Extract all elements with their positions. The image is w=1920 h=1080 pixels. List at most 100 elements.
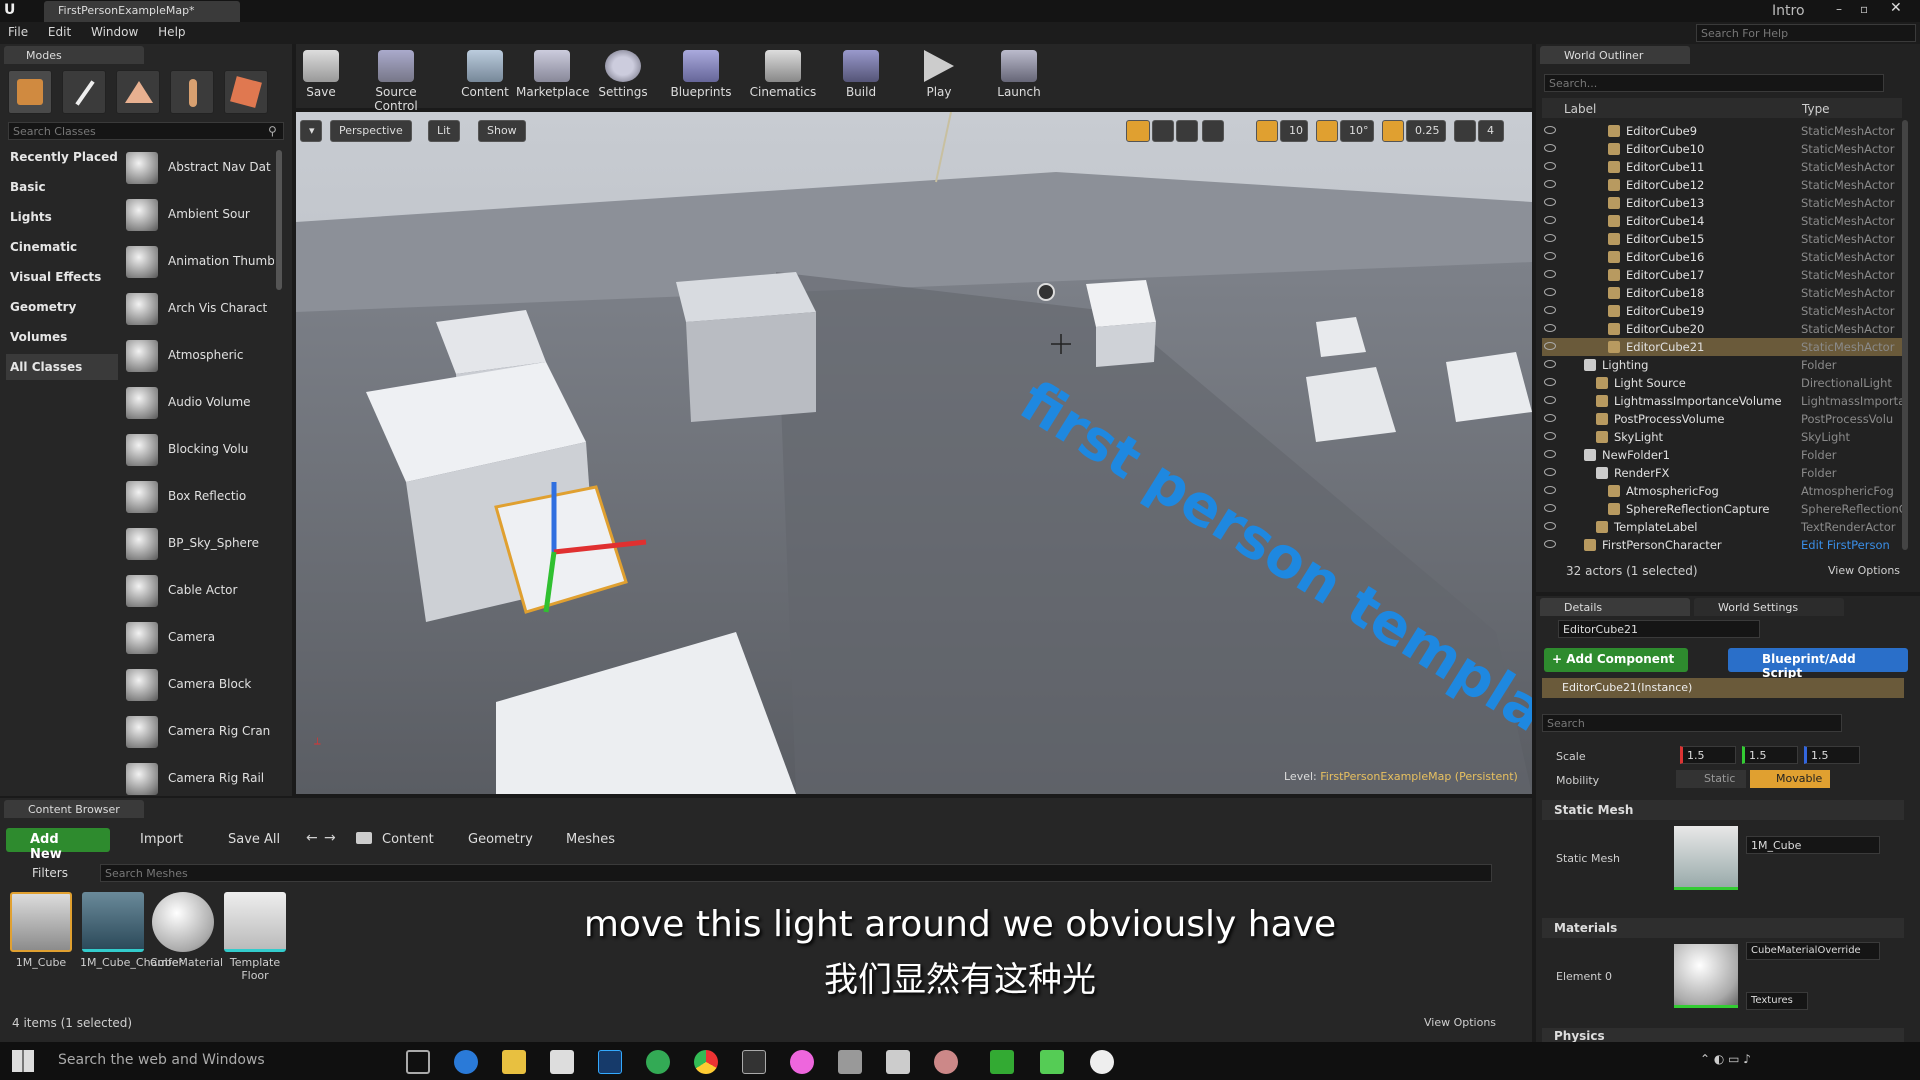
class-item[interactable]: Camera Block xyxy=(126,665,274,705)
eye-icon[interactable] xyxy=(1544,288,1556,296)
class-item[interactable]: Camera xyxy=(126,618,274,658)
category-visual-effects[interactable]: Visual Effects xyxy=(10,270,101,284)
task-view-icon[interactable] xyxy=(406,1050,430,1074)
outliner-row[interactable]: EditorCube9 StaticMeshActor xyxy=(1542,122,1902,140)
import-button[interactable]: Import xyxy=(124,832,183,847)
source-control-button[interactable]: Source Control xyxy=(354,48,438,113)
scale-x-field[interactable]: 1.5 xyxy=(1680,746,1736,764)
scale-tool-icon[interactable] xyxy=(1176,120,1198,142)
lit-button[interactable]: Lit xyxy=(428,120,460,142)
close-icon[interactable]: ✕ xyxy=(1890,0,1910,18)
taskbar-search[interactable]: Search the web and Windows xyxy=(58,1052,265,1068)
class-list-scrollbar[interactable] xyxy=(276,150,282,290)
document-tab[interactable]: FirstPersonExampleMap* xyxy=(44,1,240,22)
app-icon[interactable] xyxy=(646,1050,670,1074)
category-recently-placed[interactable]: Recently Placed xyxy=(10,150,118,164)
outliner-view-options[interactable]: View Options xyxy=(1828,564,1900,577)
search-classes-input[interactable]: Search Classes xyxy=(8,122,284,140)
outliner-row[interactable]: RenderFX Folder xyxy=(1542,464,1902,482)
class-item[interactable]: Audio Volume xyxy=(126,383,274,423)
add-component-button[interactable]: + Add Component xyxy=(1544,648,1688,672)
outliner-row[interactable]: EditorCube13 StaticMeshActor xyxy=(1542,194,1902,212)
edge-icon[interactable] xyxy=(454,1050,478,1074)
mesh-thumbnail[interactable] xyxy=(1674,826,1738,890)
details-tab[interactable]: Details xyxy=(1540,598,1690,616)
itunes-icon[interactable] xyxy=(790,1050,814,1074)
grid-snap-icon[interactable] xyxy=(1256,120,1278,142)
play-button[interactable]: Play xyxy=(906,48,972,104)
outliner-row[interactable]: EditorCube16 StaticMeshActor xyxy=(1542,248,1902,266)
category-basic[interactable]: Basic xyxy=(10,180,46,194)
maximize-icon[interactable]: ▫ xyxy=(1860,2,1874,16)
outliner-row[interactable]: PostProcessVolume PostProcessVolu xyxy=(1542,410,1902,428)
eye-icon[interactable] xyxy=(1544,234,1556,242)
outliner-row[interactable]: EditorCube18 StaticMeshActor xyxy=(1542,284,1902,302)
outliner-scrollbar[interactable] xyxy=(1902,120,1908,550)
perspective-button[interactable]: Perspective xyxy=(330,120,412,142)
file-explorer-icon[interactable] xyxy=(502,1050,526,1074)
app4-icon[interactable] xyxy=(934,1050,958,1074)
outliner-row[interactable]: SphereReflectionCapture SphereReflectionC xyxy=(1542,500,1907,518)
outliner-col-type[interactable]: Type xyxy=(1802,102,1830,116)
windows-start-icon[interactable] xyxy=(12,1050,34,1072)
forward-arrow-icon[interactable]: → xyxy=(324,830,336,846)
eye-icon[interactable] xyxy=(1544,252,1556,260)
category-all-classes[interactable]: All Classes xyxy=(10,360,82,374)
unreal-logo-icon[interactable]: U xyxy=(4,2,22,20)
class-item[interactable]: Abstract Nav Dat xyxy=(126,148,274,188)
class-item[interactable]: Arch Vis Charact xyxy=(126,289,274,329)
grid-size-value[interactable]: 10 xyxy=(1280,120,1308,142)
outliner-search-input[interactable]: Search... xyxy=(1544,74,1884,92)
unreal-taskbar-icon[interactable] xyxy=(1090,1050,1114,1074)
scale-z-field[interactable]: 1.5 xyxy=(1804,746,1860,764)
asset-1m-cube[interactable]: 1M_Cube xyxy=(8,892,74,969)
outliner-row[interactable]: EditorCube12 StaticMeshActor xyxy=(1542,176,1902,194)
breadcrumb-geometry[interactable]: Geometry xyxy=(468,832,533,847)
filters-button[interactable]: Filters xyxy=(32,866,68,880)
outliner-row-type[interactable]: Edit FirstPerson xyxy=(1801,538,1890,552)
asset-template-floor[interactable]: Template Floor xyxy=(222,892,288,982)
camtasia-icon[interactable] xyxy=(990,1050,1014,1074)
breadcrumb-meshes[interactable]: Meshes xyxy=(566,832,615,847)
outliner-row[interactable]: EditorCube11 StaticMeshActor xyxy=(1542,158,1902,176)
outliner-row[interactable]: EditorCube19 StaticMeshActor xyxy=(1542,302,1902,320)
scale-snap-value[interactable]: 0.25 xyxy=(1406,120,1446,142)
eye-icon[interactable] xyxy=(1544,396,1556,404)
eye-icon[interactable] xyxy=(1544,360,1556,368)
search-meshes-input[interactable]: Search Meshes xyxy=(100,864,1492,882)
eye-icon[interactable] xyxy=(1544,450,1556,458)
material-dropdown[interactable]: CubeMaterialOverride xyxy=(1746,942,1880,960)
class-item[interactable]: Animation Thumb xyxy=(126,242,274,282)
materials-section[interactable]: Materials xyxy=(1542,918,1904,938)
eye-icon[interactable] xyxy=(1544,162,1556,170)
eye-icon[interactable] xyxy=(1544,504,1556,512)
eye-icon[interactable] xyxy=(1544,306,1556,314)
outliner-row[interactable]: FirstPersonCharacter Edit FirstPerson xyxy=(1542,536,1902,554)
category-volumes[interactable]: Volumes xyxy=(10,330,67,344)
category-cinematic[interactable]: Cinematic xyxy=(10,240,77,254)
show-button[interactable]: Show xyxy=(478,120,526,142)
eye-icon[interactable] xyxy=(1544,522,1556,530)
eye-icon[interactable] xyxy=(1544,432,1556,440)
class-item[interactable]: Camera Rig Rail xyxy=(126,759,274,799)
app2-icon[interactable] xyxy=(838,1050,862,1074)
category-lights[interactable]: Lights xyxy=(10,210,52,224)
store-icon[interactable] xyxy=(550,1050,574,1074)
world-settings-tab[interactable]: World Settings xyxy=(1694,598,1844,616)
class-item[interactable]: Box Reflectio xyxy=(126,477,274,517)
foliage-mode-button[interactable] xyxy=(170,70,214,114)
outliner-row[interactable]: EditorCube20 StaticMeshActor xyxy=(1542,320,1902,338)
camera-speed-icon[interactable] xyxy=(1454,120,1476,142)
landscape-mode-button[interactable] xyxy=(116,70,160,114)
viewport-options-button[interactable]: ▾ xyxy=(300,120,322,142)
content-view-options[interactable]: View Options xyxy=(1424,1016,1496,1029)
angle-snap-icon[interactable] xyxy=(1316,120,1338,142)
eye-icon[interactable] xyxy=(1544,270,1556,278)
mobility-movable-button[interactable]: Movable xyxy=(1750,770,1830,788)
outliner-row[interactable]: EditorCube17 StaticMeshActor xyxy=(1542,266,1902,284)
class-item[interactable]: Camera Rig Cran xyxy=(126,712,274,752)
paint-mode-button[interactable] xyxy=(62,70,106,114)
angle-size-value[interactable]: 10° xyxy=(1340,120,1374,142)
content-button[interactable]: Content xyxy=(452,48,518,104)
class-item[interactable]: BP_Sky_Sphere xyxy=(126,524,274,564)
